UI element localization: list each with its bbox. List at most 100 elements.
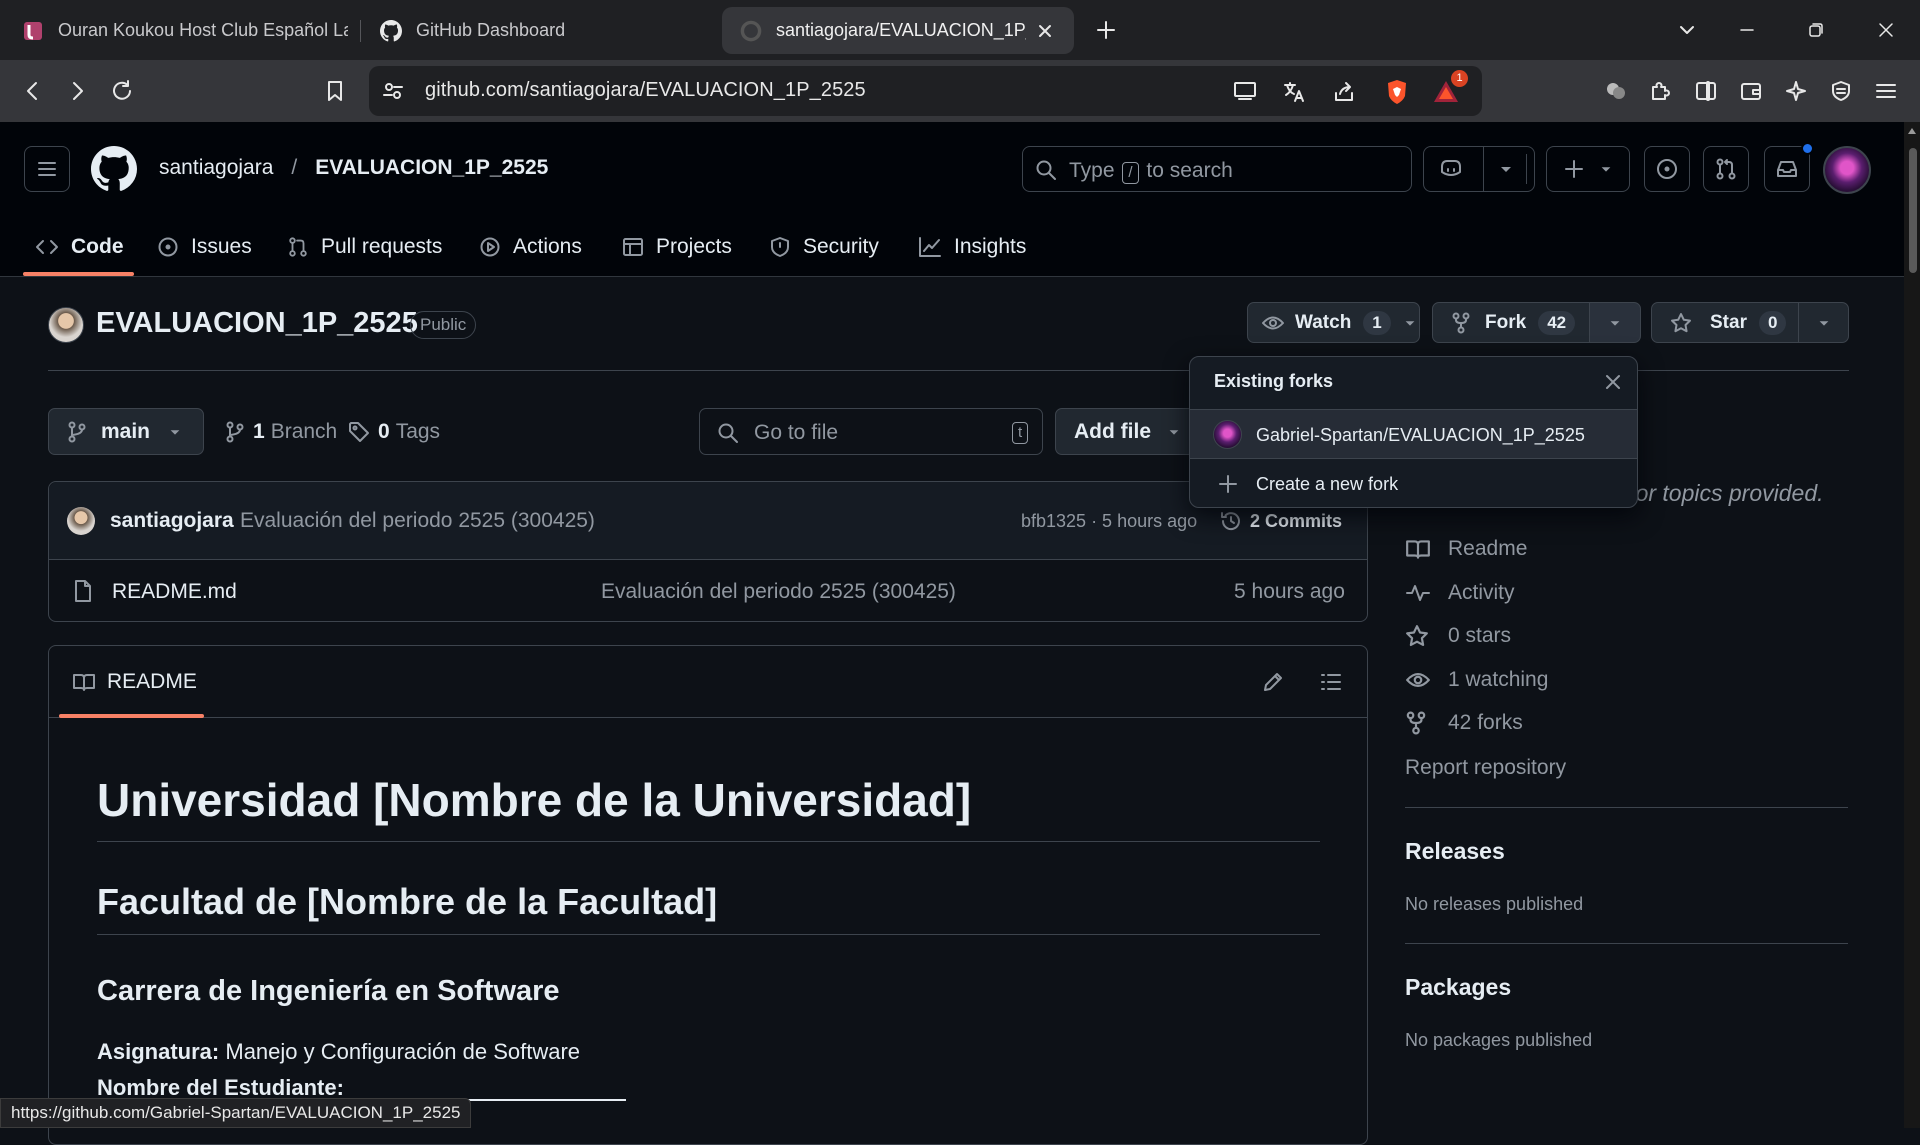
- tags-link[interactable]: 0 Tags: [348, 420, 440, 444]
- packages-heading[interactable]: Packages: [1405, 974, 1511, 1001]
- commit-author-avatar[interactable]: [67, 507, 95, 535]
- github-logo-icon[interactable]: [91, 146, 137, 192]
- file-time: 5 hours ago: [1234, 580, 1345, 603]
- tab-github-dashboard[interactable]: GitHub Dashboard: [380, 7, 565, 54]
- close-icon[interactable]: [1604, 373, 1622, 391]
- hamburger-menu-icon[interactable]: [24, 146, 70, 192]
- share-icon[interactable]: [1332, 80, 1356, 104]
- tab-search-chevron-icon[interactable]: [1667, 10, 1707, 50]
- minimize-icon[interactable]: [1727, 10, 1767, 50]
- file-commit-message[interactable]: Evaluación del periodo 2525 (300425): [601, 580, 956, 604]
- tab-actions[interactable]: Actions: [479, 217, 582, 277]
- sidebar-stars-link[interactable]: 0 stars: [1405, 624, 1511, 648]
- sidebar-forks-link[interactable]: 42 forks: [1405, 711, 1523, 735]
- tab-ouran[interactable]: Ouran Koukou Host Club Español La: [22, 7, 348, 54]
- github-header: santiagojara / EVALUACION_1P_2525 Type /…: [0, 122, 1904, 277]
- commits-link[interactable]: 2 Commits: [1250, 511, 1342, 532]
- extensions-puzzle-icon[interactable]: [1642, 72, 1680, 110]
- new-tab-plus-icon[interactable]: [1086, 10, 1126, 50]
- copilot-icon: [1438, 158, 1464, 180]
- copilot-button[interactable]: [1423, 146, 1535, 192]
- issues-icon: [157, 236, 179, 258]
- user-avatar[interactable]: [1823, 146, 1871, 194]
- leo-ai-icon[interactable]: [1597, 72, 1635, 110]
- sidebar-watching-link[interactable]: 1 watching: [1405, 668, 1548, 692]
- page-scrollbar[interactable]: [1904, 122, 1920, 1128]
- fork-button[interactable]: Fork 42: [1432, 302, 1594, 343]
- star-icon: [1405, 624, 1431, 648]
- address-bar[interactable]: github.com/santiagojara/EVALUACION_1P_25…: [369, 66, 1482, 116]
- heading-rule: [97, 841, 1320, 842]
- scroll-up-arrow-icon[interactable]: [1907, 126, 1917, 136]
- git-branch-icon: [67, 421, 87, 443]
- fork-list-item[interactable]: Gabriel-Spartan/EVALUACION_1P_2525: [1190, 409, 1637, 459]
- go-to-file-input[interactable]: Go to file t: [699, 408, 1043, 455]
- browser-menu-icon[interactable]: [1867, 72, 1905, 110]
- create-new-fork-item[interactable]: Create a new fork: [1190, 459, 1637, 507]
- tab-pull-requests[interactable]: Pull requests: [287, 217, 442, 277]
- file-name[interactable]: README.md: [112, 580, 237, 604]
- bookmark-icon[interactable]: [316, 72, 354, 110]
- active-tab-underline: [23, 272, 134, 276]
- branches-link[interactable]: 1 Branch: [225, 420, 337, 444]
- tab-readme[interactable]: README: [72, 670, 197, 694]
- tab-code[interactable]: Code: [35, 217, 124, 277]
- commit-message[interactable]: Evaluación del periodo 2525 (300425): [240, 509, 595, 533]
- commit-author[interactable]: santiagojara: [110, 509, 234, 533]
- branch-selector[interactable]: main: [48, 408, 204, 455]
- outline-list-icon[interactable]: [1319, 670, 1343, 694]
- pulse-icon: [1405, 582, 1431, 604]
- sidebar-toggle-icon[interactable]: [1687, 72, 1725, 110]
- edit-pencil-icon[interactable]: [1261, 670, 1285, 694]
- sidebar-activity-link[interactable]: Activity: [1405, 581, 1515, 605]
- readme-heading-3: Carrera de Ingeniería en Software: [97, 975, 560, 1007]
- plus-icon: [1563, 158, 1585, 180]
- forward-arrow-icon[interactable]: [58, 72, 96, 110]
- shield-icon: [769, 236, 791, 258]
- pull-requests-icon[interactable]: [1703, 146, 1749, 192]
- owner-link[interactable]: santiagojara: [159, 156, 273, 180]
- report-repository-link[interactable]: Report repository: [1405, 756, 1566, 780]
- watch-button[interactable]: Watch 1: [1247, 302, 1420, 343]
- github-search-input[interactable]: Type / to search: [1022, 146, 1412, 192]
- reload-icon[interactable]: [103, 72, 141, 110]
- add-file-button[interactable]: Add file: [1055, 408, 1195, 455]
- site-settings-icon[interactable]: [382, 80, 404, 102]
- vpn-shield-icon[interactable]: [1822, 72, 1860, 110]
- repo-title[interactable]: EVALUACION_1P_2525: [96, 307, 418, 340]
- wallet-icon[interactable]: [1732, 72, 1770, 110]
- scrollbar-thumb[interactable]: [1909, 148, 1917, 273]
- create-new-button[interactable]: [1546, 146, 1630, 192]
- translate-icon[interactable]: [1282, 80, 1306, 104]
- ouran-favicon-icon: [22, 20, 44, 42]
- releases-heading[interactable]: Releases: [1405, 838, 1505, 865]
- star-dropdown-chevron-icon[interactable]: [1798, 302, 1849, 343]
- issues-icon[interactable]: [1644, 146, 1690, 192]
- eye-icon: [1405, 670, 1431, 690]
- close-window-icon[interactable]: [1866, 10, 1906, 50]
- tab-label: Code: [71, 235, 124, 258]
- cast-icon[interactable]: [1232, 80, 1258, 102]
- tab-repo-active[interactable]: santiagojara/EVALUACION_1P_2: [722, 7, 1074, 54]
- copilot-dropdown-chevron-icon[interactable]: [1498, 161, 1514, 177]
- restore-icon[interactable]: [1796, 10, 1836, 50]
- sidebar-readme-link[interactable]: Readme: [1405, 537, 1527, 561]
- fork-dropdown-chevron-icon[interactable]: [1589, 302, 1641, 343]
- tab-insights[interactable]: Insights: [918, 217, 1026, 277]
- tab-projects[interactable]: Projects: [622, 217, 732, 277]
- leo-sparkle-icon[interactable]: [1777, 72, 1815, 110]
- sidebar-divider: [1405, 943, 1848, 944]
- repo-link[interactable]: EVALUACION_1P_2525: [315, 156, 548, 180]
- branch-name: main: [101, 419, 151, 443]
- commit-meta[interactable]: bfb1325 · 5 hours ago: [1021, 511, 1197, 532]
- close-tab-icon[interactable]: [1038, 24, 1052, 38]
- back-arrow-icon[interactable]: [14, 72, 52, 110]
- star-icon: [1670, 312, 1692, 334]
- tab-security[interactable]: Security: [769, 217, 879, 277]
- tab-issues[interactable]: Issues: [157, 217, 252, 277]
- code-icon: [35, 237, 59, 257]
- star-button[interactable]: Star 0: [1651, 302, 1799, 343]
- brave-shields-icon[interactable]: [1384, 78, 1410, 106]
- owner-avatar[interactable]: [48, 307, 84, 343]
- table-row[interactable]: README.md Evaluación del periodo 2525 (3…: [49, 560, 1367, 622]
